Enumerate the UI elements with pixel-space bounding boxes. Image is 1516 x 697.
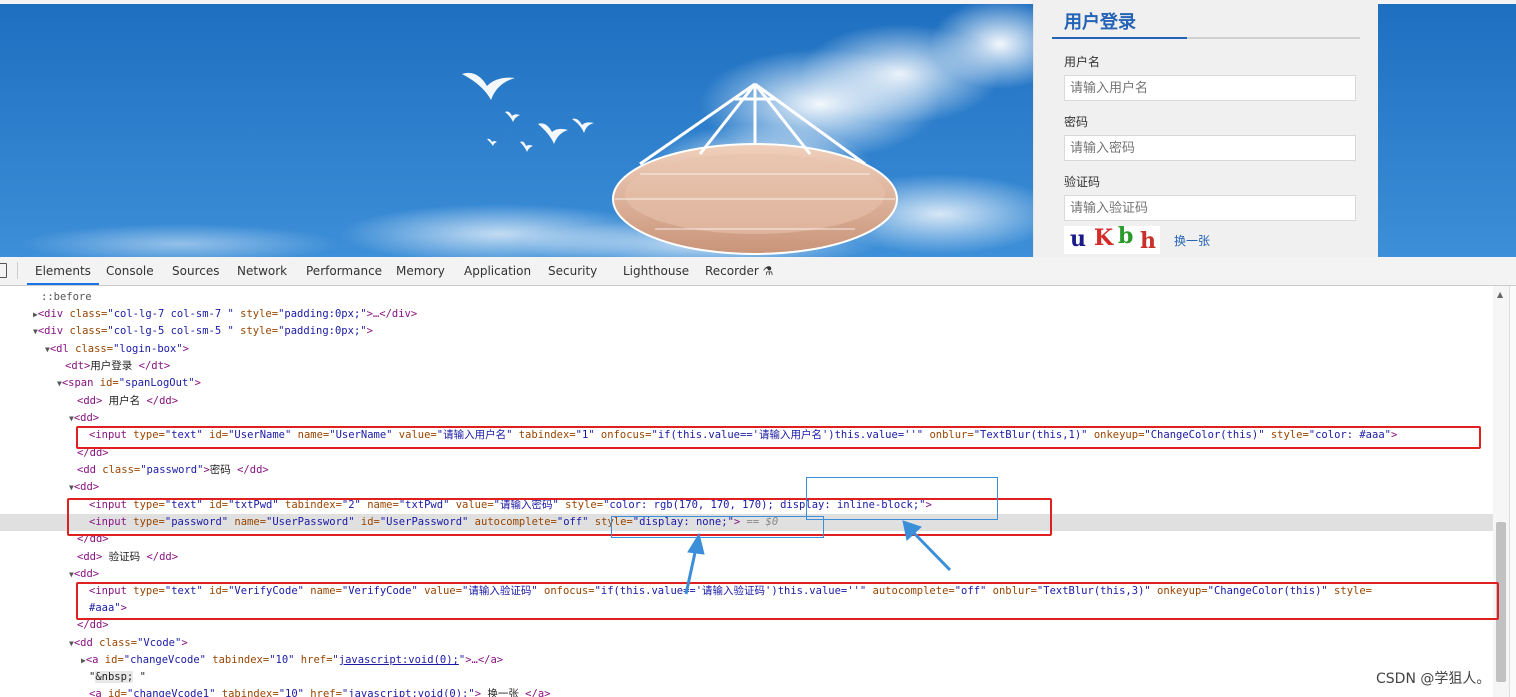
tree-line-dd[interactable]: ▼<dd>: [0, 566, 1493, 583]
tabbar-separator: [17, 262, 18, 279]
tree-line-div-col5[interactable]: ▼<div class="col-lg-5 col-sm-5 " style="…: [0, 323, 1493, 340]
tree-line-a-changevcode[interactable]: ▶<a id="changeVcode" tabindex="10" href=…: [0, 652, 1493, 669]
tab-console[interactable]: Console: [106, 257, 154, 285]
tree-line-dd[interactable]: ▼<dd>: [0, 479, 1493, 496]
tab-recorder[interactable]: Recorder ⚗: [705, 257, 773, 285]
tree-line-dd-vcode[interactable]: ▼<dd class="Vcode">: [0, 635, 1493, 652]
web-page: 用户登录 用户名 密码 验证码 u K b h 换一张: [0, 0, 1516, 257]
javascript-link[interactable]: javascript:void(0);: [348, 688, 468, 697]
annotation-blue-box-display-none: [611, 516, 824, 538]
tree-line-nbsp[interactable]: "&nbsp; ": [0, 669, 1493, 686]
verify-code-input[interactable]: [1064, 195, 1356, 221]
password-label: 密码: [1064, 115, 1089, 129]
tab-security[interactable]: Security: [548, 257, 597, 285]
tree-line-dt[interactable]: <dt>用户登录 </dt>: [0, 358, 1493, 375]
username-label: 用户名: [1064, 55, 1101, 69]
annotation-red-box-username: [76, 426, 1481, 449]
tab-memory[interactable]: Memory: [396, 257, 445, 285]
tab-network[interactable]: Network: [237, 257, 287, 285]
captcha-char: u: [1070, 226, 1086, 252]
tree-line-dd-verify[interactable]: <dd> 验证码 </dd>: [0, 549, 1493, 566]
tab-performance[interactable]: Performance: [306, 257, 382, 285]
tree-line-span[interactable]: ▼<span id="spanLogOut">: [0, 375, 1493, 392]
tree-line-dd-password[interactable]: <dd class="password">密码 </dd>: [0, 462, 1493, 479]
login-title: 用户登录: [1064, 12, 1136, 33]
devtools-panel: Elements Console Sources Network Perform…: [0, 257, 1516, 697]
tab-application[interactable]: Application: [464, 257, 531, 285]
captcha-image[interactable]: u K b h: [1064, 223, 1160, 254]
annotation-blue-box-inline-block: [806, 477, 998, 520]
captcha-char: K: [1094, 225, 1114, 251]
captcha-char: h: [1140, 228, 1156, 254]
annotation-red-box-verifycode: [76, 582, 1499, 620]
device-toolbar-icon[interactable]: [0, 263, 7, 278]
verify-code-label: 验证码: [1064, 175, 1101, 189]
tab-sources[interactable]: Sources: [172, 257, 219, 285]
elements-tree: ::before ▶<div class="col-lg-7 col-sm-7 …: [0, 286, 1493, 697]
tree-line-div-col7[interactable]: ▶<div class="col-lg-7 col-sm-7 " style="…: [0, 306, 1493, 323]
elements-scrollbar[interactable]: ▲: [1493, 286, 1509, 697]
tree-line-a-changevcode1[interactable]: <a id="changeVcode1" tabindex="10" href=…: [0, 686, 1493, 697]
styles-pane-edge: [1509, 286, 1516, 697]
scroll-up-icon[interactable]: ▲: [1497, 290, 1503, 299]
password-input[interactable]: [1064, 135, 1356, 161]
tab-lighthouse[interactable]: Lighthouse: [623, 257, 689, 285]
tree-line-before[interactable]: ::before: [0, 289, 1493, 306]
captcha-char: b: [1118, 223, 1134, 249]
username-input[interactable]: [1064, 75, 1356, 101]
title-divider-accent: [1052, 37, 1187, 39]
refresh-captcha-link[interactable]: 换一张: [1174, 232, 1210, 249]
watermark: CSDN @学狙人。: [1376, 671, 1491, 687]
login-box: 用户登录 用户名 密码 验证码 u K b h 换一张: [1033, 0, 1378, 257]
tree-line-dd[interactable]: ▼<dd>: [0, 410, 1493, 427]
tab-elements[interactable]: Elements: [27, 257, 99, 285]
javascript-link[interactable]: javascript:void(0);: [339, 654, 459, 666]
tree-line-dl[interactable]: ▼<dl class="login-box">: [0, 341, 1493, 358]
tree-line-dd-username[interactable]: <dd> 用户名 </dd>: [0, 393, 1493, 410]
devtools-tabbar: Elements Console Sources Network Perform…: [0, 257, 1516, 286]
